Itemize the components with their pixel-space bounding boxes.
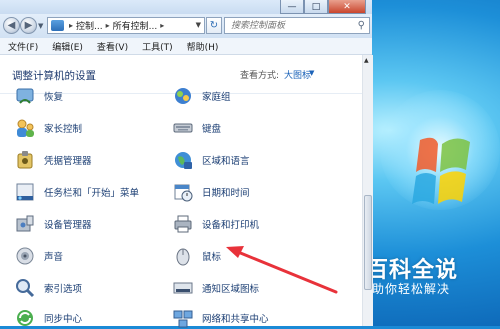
item-label: 设备和打印机 <box>202 220 260 231</box>
item-label: 鼠标 <box>202 252 222 263</box>
breadcrumb-item[interactable]: 所有控制... <box>113 19 158 32</box>
control-panel-icon <box>51 20 64 31</box>
refresh-icon: ↻ <box>209 20 219 31</box>
control-item-sound[interactable]: 声音 <box>14 245 63 267</box>
indexing-options-icon <box>16 279 35 298</box>
menu-view[interactable]: 查看(V) <box>97 40 128 53</box>
notification-area-icon <box>173 282 193 294</box>
item-label: 键盘 <box>202 124 222 135</box>
title-bar[interactable]: — □ ✕ <box>0 0 372 14</box>
menu-file[interactable]: 文件(F) <box>8 40 38 53</box>
search-box[interactable]: ⚲ <box>224 17 370 34</box>
item-label: 凭据管理器 <box>44 156 92 167</box>
item-label: 声音 <box>44 252 64 263</box>
arrow-left-icon: ◀ <box>7 20 16 31</box>
address-row: ◀ ▶ ▼ ▸ 控制... ▸ 所有控制... ▸ ▼ ↻ ⚲ <box>0 14 372 38</box>
device-manager-icon <box>16 215 34 232</box>
watermark-subtitle: 助你轻松解决 <box>372 282 451 296</box>
scrollbar-thumb[interactable] <box>364 195 372 290</box>
menu-bar: 文件(F) 编辑(E) 查看(V) 工具(T) 帮助(H) <box>0 38 372 55</box>
refresh-button[interactable]: ↻ <box>206 17 222 34</box>
control-item-region-language[interactable]: 区域和语言 <box>172 149 250 171</box>
address-bar[interactable]: ▸ 控制... ▸ 所有控制... ▸ ▼ <box>47 17 205 34</box>
keyboard-icon <box>173 123 193 133</box>
breadcrumb-item[interactable]: 控制... <box>76 19 103 32</box>
recovery-icon <box>16 88 34 104</box>
control-item-recovery[interactable]: 恢复 <box>14 85 63 107</box>
mouse-icon <box>176 248 190 266</box>
item-label: 日期和时间 <box>202 188 250 199</box>
parental-controls-icon <box>17 119 34 137</box>
control-item-credential-manager[interactable]: 凭据管理器 <box>14 149 92 171</box>
item-label: 索引选项 <box>44 284 83 295</box>
item-label: 家长控制 <box>44 124 83 135</box>
address-dropdown-icon[interactable]: ▼ <box>196 21 201 29</box>
minimize-button[interactable]: — <box>280 0 304 14</box>
control-item-parental-controls[interactable]: 家长控制 <box>14 117 82 139</box>
item-label: 网络和共享中心 <box>202 314 269 325</box>
item-label: 区域和语言 <box>202 156 250 167</box>
item-label: 同步中心 <box>44 314 83 325</box>
item-label: 恢复 <box>44 92 64 103</box>
control-item-device-manager[interactable]: 设备管理器 <box>14 213 92 235</box>
watermark: 百科全说 助你轻松解决 <box>360 250 500 320</box>
credential-manager-icon <box>17 151 33 169</box>
date-time-icon <box>174 184 193 202</box>
control-item-taskbar-start-menu[interactable]: 任务栏和「开始」菜单 <box>14 181 139 203</box>
vertical-scrollbar[interactable]: ▲ <box>362 55 373 326</box>
maximize-button[interactable]: □ <box>304 0 328 14</box>
view-by-label: 查看方式: <box>240 71 280 81</box>
content-pane: 调整计算机的设置 查看方式: 大图标 ▼ 恢复 家长控制 凭据管理器 任务栏和「… <box>0 55 362 328</box>
breadcrumb-separator: ▸ <box>105 21 110 30</box>
menu-edit[interactable]: 编辑(E) <box>52 40 83 53</box>
control-item-indexing-options[interactable]: 索引选项 <box>14 277 82 299</box>
item-label: 通知区域图标 <box>202 284 260 295</box>
forward-button[interactable]: ▶ <box>20 17 37 34</box>
region-language-icon <box>175 152 192 169</box>
search-icon[interactable]: ⚲ <box>358 20 365 31</box>
control-item-devices-printers[interactable]: 设备和打印机 <box>172 213 259 235</box>
close-button[interactable]: ✕ <box>328 0 366 14</box>
control-item-homegroup[interactable]: 家庭组 <box>172 85 231 107</box>
homegroup-icon <box>175 88 191 104</box>
windows-logo <box>412 137 470 204</box>
control-item-mouse[interactable]: 鼠标 <box>172 245 221 267</box>
control-item-keyboard[interactable]: 键盘 <box>172 117 221 139</box>
menu-help[interactable]: 帮助(H) <box>187 40 219 53</box>
recent-pages-dropdown[interactable]: ▼ <box>38 22 43 30</box>
taskbar-icon <box>16 183 34 201</box>
search-input[interactable] <box>229 19 351 32</box>
caption-buttons: — □ ✕ <box>280 0 366 14</box>
item-label: 设备管理器 <box>44 220 92 231</box>
control-panel-window: — □ ✕ ◀ ▶ ▼ ▸ 控制... ▸ 所有控制... ▸ ▼ ↻ ⚲ <box>0 0 373 328</box>
scroll-up-arrow-icon[interactable]: ▲ <box>364 57 369 64</box>
sound-icon <box>16 247 34 265</box>
item-label: 家庭组 <box>202 92 231 103</box>
view-by-dropdown[interactable]: 大图标 <box>284 68 311 81</box>
back-button[interactable]: ◀ <box>3 17 20 34</box>
arrow-right-icon: ▶ <box>24 20 33 31</box>
breadcrumb-separator: ▸ <box>69 21 74 30</box>
breadcrumb-separator: ▸ <box>160 21 165 30</box>
devices-printers-icon <box>174 215 192 233</box>
item-label: 任务栏和「开始」菜单 <box>44 188 140 199</box>
control-item-date-time[interactable]: 日期和时间 <box>172 181 250 203</box>
page-title: 调整计算机的设置 <box>12 70 96 82</box>
control-item-notification-area-icons[interactable]: 通知区域图标 <box>172 277 259 299</box>
chevron-down-icon[interactable]: ▼ <box>309 69 314 77</box>
menu-tools[interactable]: 工具(T) <box>142 40 173 53</box>
